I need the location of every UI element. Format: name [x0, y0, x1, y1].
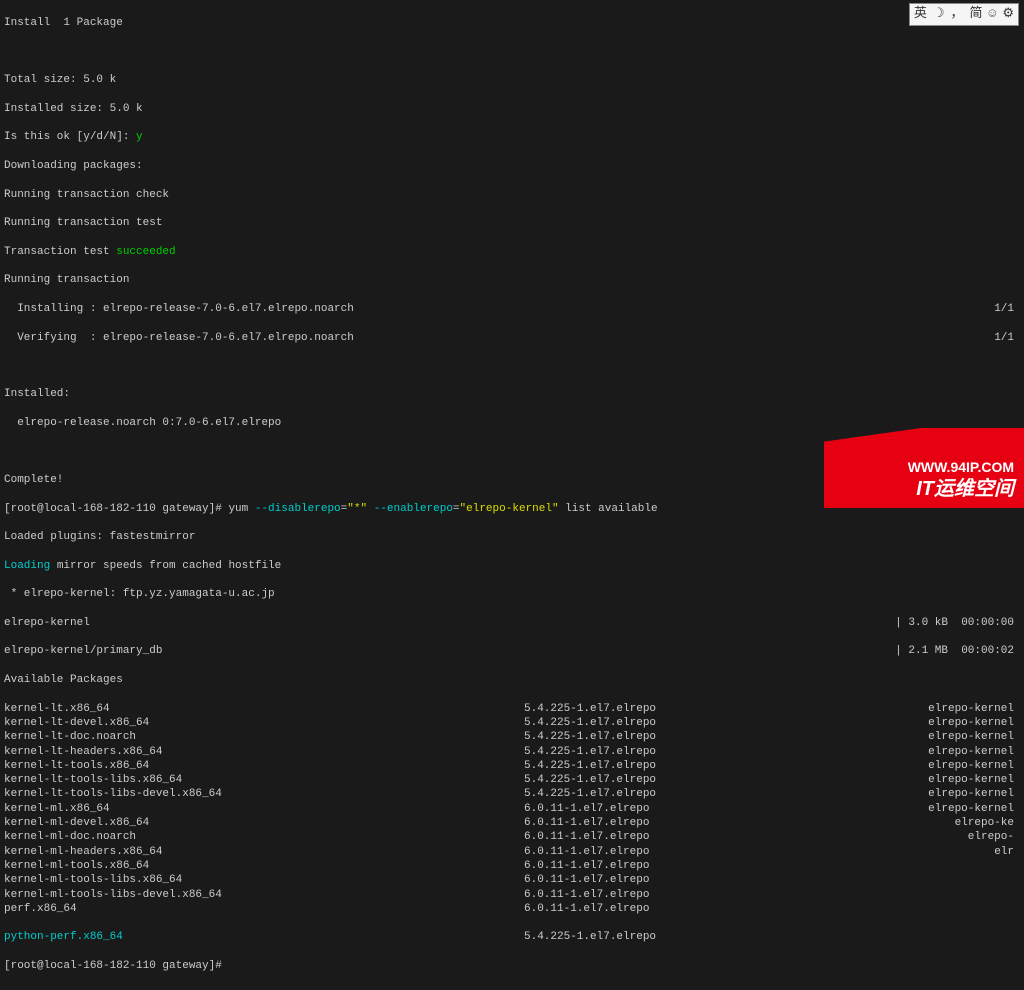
smile-icon[interactable]: ☺	[989, 6, 997, 23]
trans-test: Transaction test succeeded	[4, 245, 1020, 259]
total-size: Total size: 5.0 k	[4, 73, 1020, 87]
downloading: Downloading packages:	[4, 159, 1020, 173]
package-row: kernel-lt-tools-libs.x86_645.4.225-1.el7…	[4, 773, 1020, 787]
package-row: kernel-lt-headers.x86_645.4.225-1.el7.el…	[4, 745, 1020, 759]
ime-lang-icon[interactable]: 英	[914, 6, 927, 23]
package-row: kernel-lt-devel.x86_645.4.225-1.el7.elre…	[4, 716, 1020, 730]
package-row: kernel-ml-doc.noarch6.0.11-1.el7.elrepoe…	[4, 830, 1020, 844]
repo-meta-2: elrepo-kernel/primary_db| 2.1 MB 00:00:0…	[4, 644, 1020, 658]
package-row: kernel-lt.x86_645.4.225-1.el7.elrepoelre…	[4, 702, 1020, 716]
loading-mirrors: Loading mirror speeds from cached hostfi…	[4, 559, 1020, 573]
confirm-prompt: Is this ok [y/d/N]: y	[4, 130, 1020, 144]
gear-icon[interactable]: ⚙	[1002, 6, 1014, 23]
installed-header: Installed:	[4, 387, 1020, 401]
run-test: Running transaction test	[4, 216, 1020, 230]
package-row: kernel-ml-tools-libs-devel.x86_646.0.11-…	[4, 888, 1020, 902]
package-row: kernel-lt-doc.noarch5.4.225-1.el7.elrepo…	[4, 730, 1020, 744]
ime-toolbar[interactable]: 英 ☽ ， 简 ☺ ⚙	[909, 3, 1019, 26]
python-perf-row: python-perf.x86_645.4.225-1.el7.elrepo	[4, 930, 1020, 944]
mirror-host: * elrepo-kernel: ftp.yz.yamagata-u.ac.jp	[4, 587, 1020, 601]
package-row: kernel-lt-tools.x86_645.4.225-1.el7.elre…	[4, 759, 1020, 773]
comma-icon[interactable]: ，	[951, 6, 964, 23]
package-row: kernel-ml.x86_646.0.11-1.el7.elrepoelrep…	[4, 802, 1020, 816]
watermark-text: IT运维空间	[916, 476, 1014, 502]
ime-mode-icon[interactable]: 简	[970, 6, 983, 23]
watermark: WWW.94IP.COM IT运维空间	[824, 428, 1024, 508]
repo-meta-1: elrepo-kernel| 3.0 kB 00:00:00	[4, 616, 1020, 630]
available-header: Available Packages	[4, 673, 1020, 687]
watermark-url: WWW.94IP.COM	[908, 458, 1014, 476]
package-row: kernel-ml-headers.x86_646.0.11-1.el7.elr…	[4, 845, 1020, 859]
loaded-plugins: Loaded plugins: fastestmirror	[4, 530, 1020, 544]
moon-icon[interactable]: ☽	[933, 6, 945, 23]
blank	[4, 359, 1020, 373]
install-header: Install 1 Package	[4, 16, 1020, 30]
verifying-line: Verifying : elrepo-release-7.0-6.el7.elr…	[4, 331, 1020, 345]
package-row: kernel-ml-tools-libs.x86_646.0.11-1.el7.…	[4, 873, 1020, 887]
installed-size: Installed size: 5.0 k	[4, 102, 1020, 116]
installing-line: Installing : elrepo-release-7.0-6.el7.el…	[4, 302, 1020, 316]
package-list: kernel-lt.x86_645.4.225-1.el7.elrepoelre…	[4, 702, 1020, 916]
blank	[4, 45, 1020, 59]
package-row: kernel-lt-tools-libs-devel.x86_645.4.225…	[4, 787, 1020, 801]
run-check: Running transaction check	[4, 188, 1020, 202]
shell-prompt[interactable]: [root@local-168-182-110 gateway]#	[4, 959, 1020, 973]
package-row: perf.x86_646.0.11-1.el7.elrepo	[4, 902, 1020, 916]
running-trans: Running transaction	[4, 273, 1020, 287]
package-row: kernel-ml-devel.x86_646.0.11-1.el7.elrep…	[4, 816, 1020, 830]
package-row: kernel-ml-tools.x86_646.0.11-1.el7.elrep…	[4, 859, 1020, 873]
